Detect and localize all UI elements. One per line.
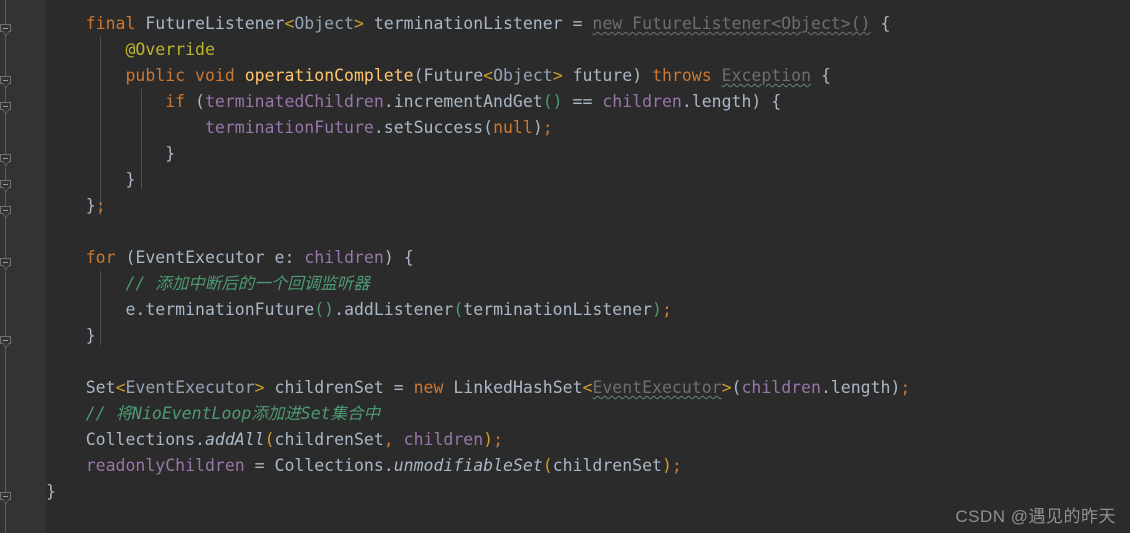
fold-marker[interactable] [0,206,12,218]
code-line: if (terminatedChildren.incrementAndGet()… [165,92,782,111]
fold-marker[interactable] [0,336,12,348]
fold-marker[interactable] [0,258,12,270]
code-line: e.terminationFuture().addListener(termin… [125,300,672,319]
fold-marker[interactable] [0,154,12,166]
code-line: } [165,144,176,163]
fold-arrow-icon [2,187,10,192]
editor-text-area[interactable]: final FutureListener<Object> termination… [46,0,1130,533]
fold-arrow-icon [2,83,10,88]
code-line: } [46,482,56,501]
code-line: final FutureListener<Object> termination… [85,14,891,33]
code-line: for (EventExecutor e: children) { [85,248,414,267]
fold-marker[interactable] [0,180,12,192]
fold-arrow-icon [2,343,10,348]
code-line: Collections.addAll(childrenSet, children… [85,430,504,449]
code-line: // 将NioEventLoop添加进Set集合中 [85,404,381,423]
fold-arrow-icon [2,31,10,36]
fold-arrow-icon [2,161,10,166]
code-editor-screenshot: final FutureListener<Object> termination… [0,0,1130,533]
source-code[interactable]: final FutureListener<Object> termination… [46,11,910,505]
fold-marker[interactable] [0,24,12,36]
fold-arrow-icon [2,213,10,218]
fold-arrow-icon [2,265,10,270]
fold-arrow-icon [2,109,10,114]
code-line: Set<EventExecutor> childrenSet = new Lin… [85,378,911,397]
code-line: } [85,326,96,345]
code-line: terminationFuture.setSuccess(null); [204,118,553,137]
code-line: }; [85,196,106,215]
fold-arrow-icon [2,499,10,504]
editor-gutter[interactable] [0,0,46,533]
csdn-watermark: CSDN @遇见的昨天 [955,507,1116,526]
code-line: // 添加中断后的一个回调监听器 [125,274,370,293]
code-line: public void operationComplete(Future<Obj… [125,66,831,85]
fold-marker[interactable] [0,102,12,114]
code-line: readonlyChildren = Collections.unmodifia… [85,456,682,475]
code-line: @Override [125,40,215,59]
fold-marker[interactable] [0,492,12,504]
fold-marker[interactable] [0,76,12,88]
code-line: } [125,170,136,189]
